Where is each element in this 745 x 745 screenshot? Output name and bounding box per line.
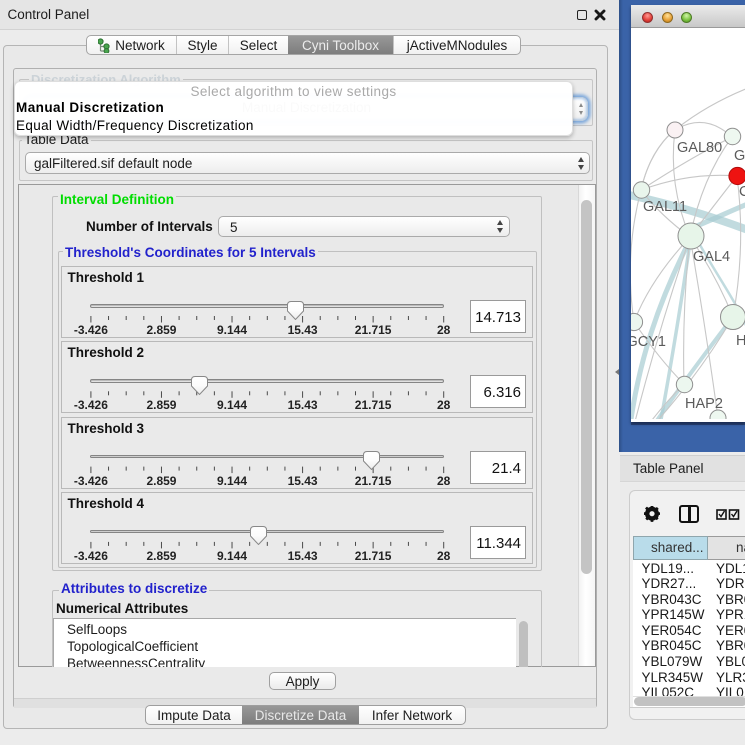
- svg-text:GAL11: GAL11: [643, 199, 687, 215]
- svg-text:GAL4: GAL4: [693, 249, 730, 265]
- svg-text:GA: GA: [734, 148, 745, 164]
- svg-text:HS: HS: [736, 333, 745, 349]
- svg-text:C: C: [739, 184, 745, 200]
- svg-text:GCY1: GCY1: [631, 334, 666, 350]
- svg-text:HAP2: HAP2: [685, 396, 723, 412]
- svg-text:GAL80: GAL80: [677, 140, 722, 156]
